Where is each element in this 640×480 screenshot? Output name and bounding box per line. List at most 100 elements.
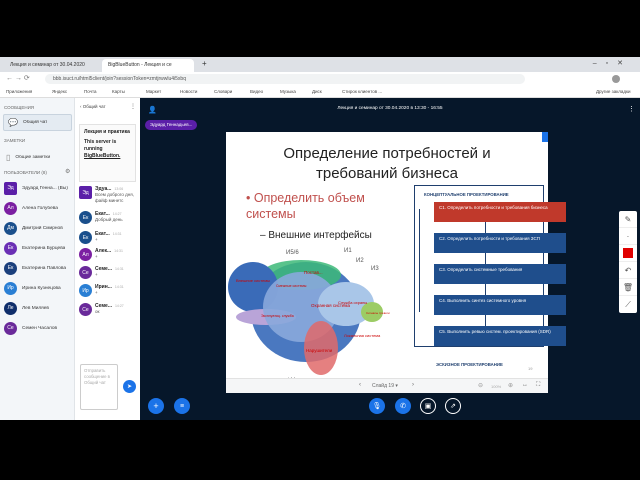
chat-message: Эд Эдуа... 13:06 Всем доброго дня, файф мин… <box>79 186 139 204</box>
user-list-item[interactable]: Ир Ирина Кузнецова <box>4 278 74 298</box>
bookmark[interactable]: Стирок клиентов ... <box>342 89 382 94</box>
bookmark[interactable]: Почта <box>84 89 97 94</box>
step-text: Определить системные требования <box>447 267 523 272</box>
svg-text:Служба охраны: Служба охраны <box>338 300 367 305</box>
user-name: Ирина Кузнецова <box>22 285 61 291</box>
nav-buttons[interactable]: ← → ⟳ <box>6 74 30 82</box>
slide: Определение потребностей и требований би… <box>226 132 566 393</box>
shared-notes-item[interactable]: ▯ Общие заметки <box>6 147 76 167</box>
step-code: C3. <box>439 267 447 272</box>
slide-title: Определение потребностей и требований би… <box>283 145 491 182</box>
message-text: Всем доброго дня, файф минетс <box>95 192 134 203</box>
flow-loop <box>419 209 420 312</box>
send-button[interactable]: ➤ <box>123 380 136 393</box>
bbb-link[interactable]: BigBlueButton. <box>84 153 131 160</box>
bookmark[interactable]: Музыка <box>280 89 296 94</box>
chat-message: Ир Ирин... 14:31 + <box>79 284 139 297</box>
bookmark[interactable]: Приложения <box>6 89 32 94</box>
next-slide-button[interactable]: › <box>412 382 414 388</box>
avatar: Ек <box>79 211 92 224</box>
avatar: Се <box>79 266 92 279</box>
bookmark[interactable]: Словари <box>214 89 232 94</box>
flow-step: C1. Определить потребности и требования … <box>434 202 566 222</box>
phone-button[interactable]: ✆ <box>395 398 411 414</box>
avatar: Ир <box>4 281 17 295</box>
message-time: 14:31 <box>112 232 122 236</box>
avatar: Ир <box>79 284 92 297</box>
user-list-item[interactable]: Эд Эдуард Генна... (Вы) <box>4 178 74 198</box>
message-time: 13:06 <box>114 187 124 191</box>
message-time: 14:27 <box>114 304 124 308</box>
slide-select[interactable]: Слайд 19 ▾ <box>372 383 398 389</box>
fit-width-button[interactable]: ↔ <box>522 382 528 388</box>
webcam-button[interactable]: ▣ <box>420 398 436 414</box>
avatar: Ек <box>4 241 17 255</box>
window-controls[interactable]: –▫✕ <box>593 59 632 67</box>
user-list-item[interactable]: Ек Екатерина Павлова <box>4 258 74 278</box>
user-list-item[interactable]: Ек Екатерина Бурцева <box>4 238 74 258</box>
zoom-in-button[interactable]: ⊕ <box>508 382 513 389</box>
step-code: C1. <box>439 205 447 210</box>
screenshare-button[interactable]: ⇗ <box>445 398 461 414</box>
prev-slide-button[interactable]: ‹ <box>359 382 361 388</box>
gear-icon[interactable]: ⚙ <box>65 168 70 175</box>
polling-button[interactable]: ≡ <box>174 398 190 414</box>
user-name: Дмитрий Смирнов <box>22 225 63 231</box>
browser-tab[interactable]: Лекция и семинар от 30.04.2020 <box>4 59 99 72</box>
welcome-message: Лекция и практика This server is running… <box>79 124 136 182</box>
address-bar-row: ← → ⟳ bbb.isuct.ru/html5client/join?sess… <box>0 72 640 86</box>
chat-input[interactable]: Отправить сообщение в Общий чат <box>80 364 118 410</box>
microphone-button[interactable]: 🎙 <box>369 398 385 414</box>
bookmarks-bar: Приложения Яндекс Почта Карты Маркет Нов… <box>0 86 640 98</box>
thickness-tool-icon[interactable]: · <box>619 228 637 245</box>
multi-user-icon[interactable]: ⟋ <box>619 296 637 313</box>
user-list-item[interactable]: Дм Дмитрий Смирнов <box>4 218 74 238</box>
bookmark[interactable]: Новости <box>180 89 197 94</box>
message-text: Добрый день <box>95 217 123 222</box>
user-name: Семен Часалов <box>22 325 58 331</box>
avatar: Се <box>4 321 17 335</box>
actions-button[interactable]: + <box>148 398 164 414</box>
options-icon[interactable]: ⋮ <box>628 105 635 113</box>
undo-icon[interactable]: ↶ <box>619 262 637 279</box>
bookmark[interactable]: Видео <box>250 89 263 94</box>
user-list-item[interactable]: Се Семен Часалов <box>4 318 74 338</box>
zoom-out-button[interactable]: ⊖ <box>478 382 483 389</box>
message-text: + <box>95 254 98 259</box>
avatar: Ек <box>4 261 17 275</box>
chat-icon: 💬 <box>8 118 18 127</box>
fullscreen-button[interactable]: ⛶ <box>536 382 540 389</box>
url-input[interactable]: bbb.isuct.ru/html5client/join?sessionTok… <box>45 74 525 84</box>
message-time: 14:27 <box>112 212 122 216</box>
trash-icon[interactable]: 🗑 <box>619 279 637 296</box>
avatar: Дм <box>4 221 17 235</box>
chat-title[interactable]: ‹ Общий чат <box>80 104 106 109</box>
bookmark[interactable]: Яндекс <box>52 89 67 94</box>
bookmark-folder[interactable]: Другие закладки <box>596 89 630 94</box>
browser-tab-active[interactable]: BigBlueButton - Лекция и се <box>102 59 194 72</box>
bookmark[interactable]: Диск <box>312 89 322 94</box>
user-list-panel: СООБЩЕНИЯ 💬 Общий чат ЗАМЕТКИ ▯ Общие за… <box>0 98 75 420</box>
svg-text:Нарушители: Нарушители <box>306 348 333 353</box>
chat-options-icon[interactable]: ⋮ <box>130 103 136 110</box>
user-list-item[interactable]: Ал Алена Голубева <box>4 198 74 218</box>
user-name: Эдуард Генна... (Вы) <box>22 185 68 191</box>
chat-message: Ек Екат... 14:27 Добрый день <box>79 211 139 224</box>
message-time: 14:31 <box>114 285 124 289</box>
notes-icon: ▯ <box>6 152 11 162</box>
user-name: Екатерина Бурцева <box>22 245 66 251</box>
step-code: C5. <box>439 329 447 334</box>
bookmark[interactable]: Маркет <box>146 89 161 94</box>
new-tab-button[interactable]: + <box>198 59 211 72</box>
public-chat-item[interactable]: 💬 Общий чат <box>3 114 72 131</box>
presenter-badge[interactable]: Эдуард Геннадьев... <box>145 120 198 130</box>
pencil-tool-icon[interactable]: ✎ <box>619 211 637 228</box>
color-tool[interactable] <box>619 245 637 262</box>
svg-text:Постав...: Постав... <box>304 270 323 275</box>
profile-avatar[interactable] <box>612 75 620 83</box>
avatar: Ек <box>79 231 92 244</box>
user-name: Екатерина Павлова <box>22 265 67 271</box>
minimize-presentation-button[interactable] <box>542 132 548 142</box>
user-list-item[interactable]: Ле Лев Миляев <box>4 298 74 318</box>
bookmark[interactable]: Карты <box>112 89 125 94</box>
